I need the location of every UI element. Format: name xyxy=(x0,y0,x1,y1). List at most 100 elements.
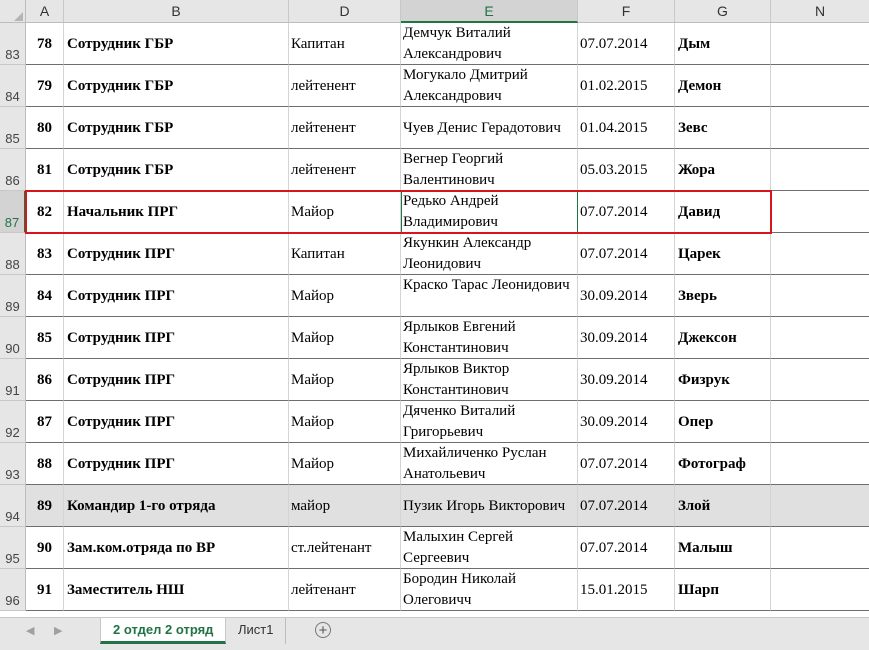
cell-n[interactable] xyxy=(771,233,869,275)
cell-e[interactable]: Демчук Виталий Александрович xyxy=(401,23,578,65)
sheet-tab-list1[interactable]: Лист1 xyxy=(226,618,287,644)
sheet-tab-active[interactable]: 2 отдел 2 отряд xyxy=(100,618,227,644)
cell-e[interactable]: Вегнер Георгий Валентинович xyxy=(401,149,578,191)
cell-d[interactable]: Майор xyxy=(289,191,401,233)
cell-b[interactable]: Заместитель НШ xyxy=(64,569,289,611)
cell-f[interactable]: 30.09.2014 xyxy=(578,317,675,359)
row-header[interactable]: 90 xyxy=(0,317,26,359)
row-header[interactable]: 95 xyxy=(0,527,26,569)
cell-f[interactable]: 30.09.2014 xyxy=(578,275,675,317)
cell-b[interactable]: Сотрудник ПРГ xyxy=(64,317,289,359)
cell-b[interactable]: Сотрудник ПРГ xyxy=(64,233,289,275)
cell-g[interactable]: Злой xyxy=(675,485,771,527)
cell-n[interactable] xyxy=(771,317,869,359)
cell-a[interactable]: 89 xyxy=(26,485,64,527)
cell-g[interactable]: Физрук xyxy=(675,359,771,401)
cell-g[interactable]: Дым xyxy=(675,23,771,65)
col-header-a[interactable]: A xyxy=(26,0,64,22)
cell-e[interactable]: Ярлыков Виктор Константинович xyxy=(401,359,578,401)
row-header[interactable]: 91 xyxy=(0,359,26,401)
cell-d[interactable]: Майор xyxy=(289,401,401,443)
cell-f[interactable]: 07.07.2014 xyxy=(578,233,675,275)
cell-a[interactable]: 83 xyxy=(26,233,64,275)
cell-f[interactable]: 30.09.2014 xyxy=(578,359,675,401)
cell-f[interactable]: 01.04.2015 xyxy=(578,107,675,149)
cell-e[interactable]: Ярлыков Евгений Константинович xyxy=(401,317,578,359)
cell-n[interactable] xyxy=(771,107,869,149)
col-header-d[interactable]: D xyxy=(289,0,401,22)
select-all-corner[interactable] xyxy=(0,0,26,23)
row-header[interactable]: 92 xyxy=(0,401,26,443)
cell-d[interactable]: Капитан xyxy=(289,233,401,275)
col-header-f[interactable]: F xyxy=(578,0,675,22)
cell-e[interactable]: Дяченко Виталий Григорьевич xyxy=(401,401,578,443)
cell-f[interactable]: 05.03.2015 xyxy=(578,149,675,191)
cell-a[interactable]: 79 xyxy=(26,65,64,107)
cell-f[interactable]: 07.07.2014 xyxy=(578,191,675,233)
cell-e[interactable]: Пузик Игорь Викторович xyxy=(401,485,578,527)
cell-g[interactable]: Жора xyxy=(675,149,771,191)
cell-a[interactable]: 82 xyxy=(26,191,64,233)
cell-g[interactable]: Зверь xyxy=(675,275,771,317)
cell-n[interactable] xyxy=(771,485,869,527)
cell-g[interactable]: Зевс xyxy=(675,107,771,149)
scroll-right-icon[interactable]: ▶ xyxy=(54,624,62,637)
cell-a[interactable]: 91 xyxy=(26,569,64,611)
cell-n[interactable] xyxy=(771,443,869,485)
cell-f[interactable]: 30.09.2014 xyxy=(578,401,675,443)
col-header-g[interactable]: G xyxy=(675,0,771,22)
add-sheet-icon[interactable]: + xyxy=(315,622,331,638)
cell-b[interactable]: Сотрудник ГБР xyxy=(64,149,289,191)
cell-d[interactable]: Майор xyxy=(289,275,401,317)
cell-b[interactable]: Сотрудник ПРГ xyxy=(64,443,289,485)
spreadsheet-grid[interactable]: A B D E F G N 83 78 Сотрудник ГБР Капитан Де… xyxy=(0,0,869,617)
cell-a[interactable]: 80 xyxy=(26,107,64,149)
cell-n[interactable] xyxy=(771,401,869,443)
row-header[interactable]: 96 xyxy=(0,569,26,611)
cell-a[interactable]: 81 xyxy=(26,149,64,191)
cell-f[interactable]: 07.07.2014 xyxy=(578,443,675,485)
cell-n[interactable] xyxy=(771,23,869,65)
cell-a[interactable]: 85 xyxy=(26,317,64,359)
cell-a[interactable]: 86 xyxy=(26,359,64,401)
cell-a[interactable]: 88 xyxy=(26,443,64,485)
cell-a[interactable]: 90 xyxy=(26,527,64,569)
cell-f[interactable]: 01.02.2015 xyxy=(578,65,675,107)
cell-d[interactable]: Майор xyxy=(289,443,401,485)
cell-f[interactable]: 07.07.2014 xyxy=(578,527,675,569)
row-header[interactable]: 93 xyxy=(0,443,26,485)
row-header[interactable]: 88 xyxy=(0,233,26,275)
cell-f[interactable]: 07.07.2014 xyxy=(578,485,675,527)
row-header[interactable]: 94 xyxy=(0,485,26,527)
row-header[interactable]: 84 xyxy=(0,65,26,107)
cell-g[interactable]: Царек xyxy=(675,233,771,275)
cell-n[interactable] xyxy=(771,65,869,107)
cell-f[interactable]: 15.01.2015 xyxy=(578,569,675,611)
cell-a[interactable]: 87 xyxy=(26,401,64,443)
cell-g[interactable]: Шарп xyxy=(675,569,771,611)
cell-d[interactable]: лейтенант xyxy=(289,569,401,611)
cell-b[interactable]: Сотрудник ПРГ xyxy=(64,359,289,401)
cell-a[interactable]: 78 xyxy=(26,23,64,65)
col-header-b[interactable]: B xyxy=(64,0,289,22)
cell-e[interactable]: Михайличенко Руслан Анатольевич xyxy=(401,443,578,485)
cell-b[interactable]: Сотрудник ГБР xyxy=(64,65,289,107)
cell-b[interactable]: Командир 1-го отряда xyxy=(64,485,289,527)
cell-e[interactable]: Краско Тарас Леонидович xyxy=(401,275,578,317)
cell-a[interactable]: 84 xyxy=(26,275,64,317)
cell-g[interactable]: Малыш xyxy=(675,527,771,569)
cell-g[interactable]: Опер xyxy=(675,401,771,443)
cell-e[interactable]: Чуев Денис Герадотович xyxy=(401,107,578,149)
row-header[interactable]: 89 xyxy=(0,275,26,317)
cell-e[interactable]: Бородин Николай Олеговичч xyxy=(401,569,578,611)
cell-n[interactable] xyxy=(771,149,869,191)
cell-d[interactable]: лейтенент xyxy=(289,107,401,149)
row-header[interactable]: 85 xyxy=(0,107,26,149)
cell-g[interactable]: Демон xyxy=(675,65,771,107)
row-header[interactable]: 83 xyxy=(0,23,26,65)
cell-n[interactable] xyxy=(771,359,869,401)
cell-d[interactable]: лейтенент xyxy=(289,149,401,191)
row-header[interactable]: 87 xyxy=(0,191,26,233)
scroll-left-icon[interactable]: ◀ xyxy=(26,624,34,637)
cell-b[interactable]: Зам.ком.отряда по ВР xyxy=(64,527,289,569)
